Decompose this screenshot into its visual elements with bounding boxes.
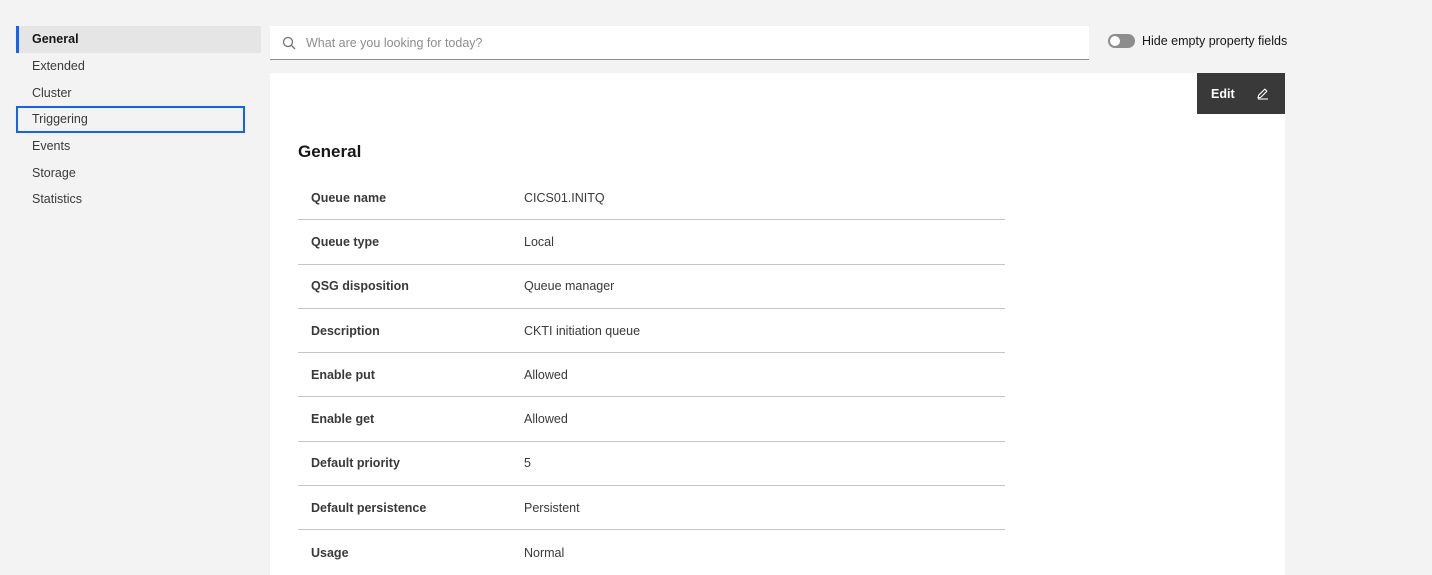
hide-empty-toggle-group: Hide empty property fields bbox=[1108, 34, 1287, 48]
property-key: Usage bbox=[311, 545, 349, 560]
property-key: Enable put bbox=[311, 367, 375, 382]
toggle-knob bbox=[1110, 36, 1120, 46]
edit-button-label: Edit bbox=[1211, 86, 1235, 101]
properties-table: Queue name CICS01.INITQ Queue type Local… bbox=[298, 176, 1005, 575]
sidebar-item-triggering[interactable]: Triggering bbox=[16, 106, 245, 133]
property-row-qsg-disposition: QSG disposition Queue manager bbox=[298, 265, 1005, 309]
property-row-queue-type: Queue type Local bbox=[298, 220, 1005, 265]
property-value: Normal bbox=[524, 545, 565, 560]
property-value: 5 bbox=[524, 456, 531, 471]
property-row-description: Description CKTI initiation queue bbox=[298, 309, 1005, 354]
pencil-icon bbox=[1256, 87, 1269, 100]
property-key: Description bbox=[311, 323, 380, 338]
section-title: General bbox=[298, 142, 362, 161]
property-row-queue-name: Queue name CICS01.INITQ bbox=[298, 176, 1005, 221]
hide-empty-toggle[interactable] bbox=[1108, 34, 1135, 48]
property-value: Queue manager bbox=[524, 279, 615, 294]
property-key: Enable get bbox=[311, 412, 375, 427]
property-value: Allowed bbox=[524, 412, 568, 427]
property-key: QSG disposition bbox=[311, 279, 409, 294]
sidebar-item-storage[interactable]: Storage bbox=[16, 159, 261, 186]
property-row-enable-get: Enable get Allowed bbox=[298, 397, 1005, 442]
search-icon bbox=[282, 36, 296, 50]
property-key: Queue name bbox=[311, 190, 387, 205]
property-value: CICS01.INITQ bbox=[524, 190, 605, 205]
search-bar[interactable] bbox=[270, 26, 1089, 60]
sidebar-nav: General Extended Cluster Triggering Even… bbox=[16, 26, 261, 213]
property-value: Allowed bbox=[524, 367, 568, 382]
sidebar-item-extended[interactable]: Extended bbox=[16, 53, 261, 80]
property-row-enable-put: Enable put Allowed bbox=[298, 353, 1005, 398]
edit-button[interactable]: Edit bbox=[1197, 73, 1285, 114]
search-input[interactable] bbox=[306, 26, 1089, 59]
property-value: Local bbox=[524, 234, 554, 249]
property-key: Default persistence bbox=[311, 500, 427, 515]
property-key: Queue type bbox=[311, 234, 380, 249]
properties-panel: Edit General Queue name CICS01.INITQ Que… bbox=[270, 73, 1285, 575]
property-value: CKTI initiation queue bbox=[524, 323, 641, 338]
sidebar-item-general[interactable]: General bbox=[16, 26, 261, 53]
sidebar-item-statistics[interactable]: Statistics bbox=[16, 186, 261, 213]
property-row-default-persistence: Default persistence Persistent bbox=[298, 486, 1005, 531]
sidebar-item-cluster[interactable]: Cluster bbox=[16, 79, 261, 106]
property-row-default-priority: Default priority 5 bbox=[298, 442, 1005, 487]
property-value: Persistent bbox=[524, 500, 580, 515]
property-row-usage: Usage Normal bbox=[298, 530, 1005, 574]
sidebar-item-events[interactable]: Events bbox=[16, 133, 261, 160]
hide-empty-toggle-label: Hide empty property fields bbox=[1142, 34, 1288, 48]
property-key: Default priority bbox=[311, 456, 400, 471]
